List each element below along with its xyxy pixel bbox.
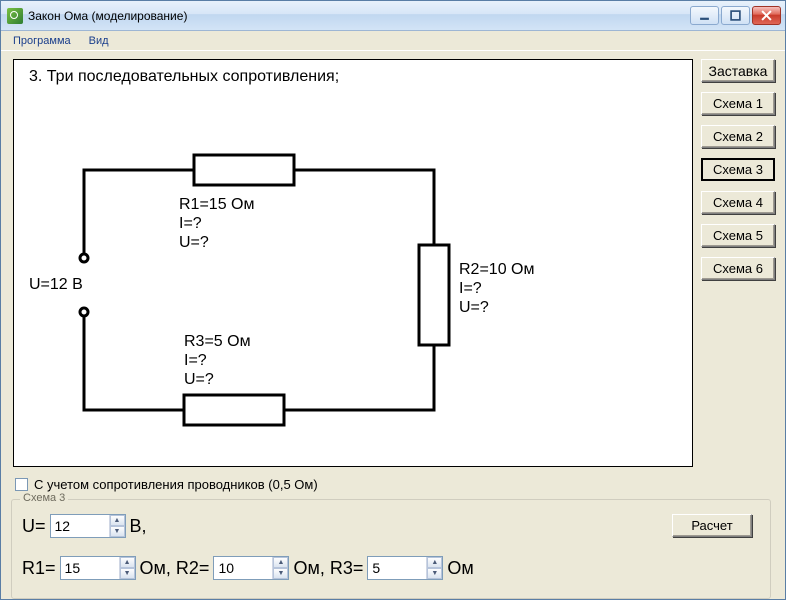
menu-view[interactable]: Вид: [81, 33, 117, 49]
r3-spin-buttons[interactable]: ▲▼: [426, 557, 442, 579]
minimize-button[interactable]: [690, 6, 719, 25]
u-prefix: U=: [22, 516, 46, 537]
window-title: Закон Ома (моделирование): [28, 9, 690, 23]
r1-spinbox[interactable]: ▲▼: [60, 556, 136, 580]
button-scheme-6[interactable]: Схема 6: [701, 257, 775, 280]
checkbox-row: С учетом сопротивления проводников (0,5 …: [15, 477, 318, 492]
wire-resistance-label: С учетом сопротивления проводников (0,5 …: [34, 477, 318, 492]
app-icon: [7, 8, 23, 24]
r3-input[interactable]: [368, 557, 426, 579]
button-scheme-3[interactable]: Схема 3: [701, 158, 775, 181]
scheme-buttons: Заставка Схема 1 Схема 2 Схема 3 Схема 4…: [701, 59, 775, 280]
diagram-panel: 3. Три последовательных сопротивления;: [13, 59, 693, 467]
r1-spin-buttons[interactable]: ▲▼: [119, 557, 135, 579]
r1-label: R1=15 Ом I=? U=?: [179, 195, 254, 252]
button-splash[interactable]: Заставка: [701, 59, 775, 82]
maximize-button[interactable]: [721, 6, 750, 25]
u-spinbox[interactable]: ▲▼: [50, 514, 126, 538]
r2-input[interactable]: [214, 557, 272, 579]
button-scheme-2[interactable]: Схема 2: [701, 125, 775, 148]
groupbox-legend: Схема 3: [20, 492, 68, 504]
r2-suffix: Ом, R3=: [293, 558, 363, 579]
close-button[interactable]: [752, 6, 781, 25]
circuit-svg: [64, 100, 624, 460]
diagram-title: 3. Три последовательных сопротивления;: [29, 68, 339, 86]
button-scheme-4[interactable]: Схема 4: [701, 191, 775, 214]
r3-suffix: Ом: [447, 558, 473, 579]
titlebar: Закон Ома (моделирование): [1, 1, 785, 31]
calculate-button[interactable]: Расчет: [672, 514, 752, 537]
r3-spinbox[interactable]: ▲▼: [367, 556, 443, 580]
r1-input[interactable]: [61, 557, 119, 579]
circuit-schematic: U=12 В R1=15 Ом I=? U=? R2=10 Ом I=? U=?…: [64, 100, 624, 460]
r1-suffix: Ом, R2=: [140, 558, 210, 579]
app-window: Закон Ома (моделирование) Программа Вид …: [0, 0, 786, 600]
voltage-source-label: U=12 В: [29, 275, 83, 294]
client-area: 3. Три последовательных сопротивления;: [1, 51, 785, 599]
u-suffix: В,: [130, 516, 147, 537]
menubar: Программа Вид: [1, 31, 785, 51]
r2-spinbox[interactable]: ▲▼: [213, 556, 289, 580]
r1-prefix: R1=: [22, 558, 56, 579]
r2-spin-buttons[interactable]: ▲▼: [272, 557, 288, 579]
u-input[interactable]: [51, 515, 109, 537]
menu-program[interactable]: Программа: [5, 33, 79, 49]
r2-label: R2=10 Ом I=? U=?: [459, 260, 534, 317]
button-scheme-1[interactable]: Схема 1: [701, 92, 775, 115]
wire-resistance-checkbox[interactable]: [15, 478, 28, 491]
button-scheme-5[interactable]: Схема 5: [701, 224, 775, 247]
inputs-groupbox: Схема 3 U= ▲▼ В, Расчет R1= ▲▼ Ом, R2=: [11, 499, 771, 599]
r3-label: R3=5 Ом I=? U=?: [184, 332, 251, 389]
u-spin-buttons[interactable]: ▲▼: [109, 515, 125, 537]
